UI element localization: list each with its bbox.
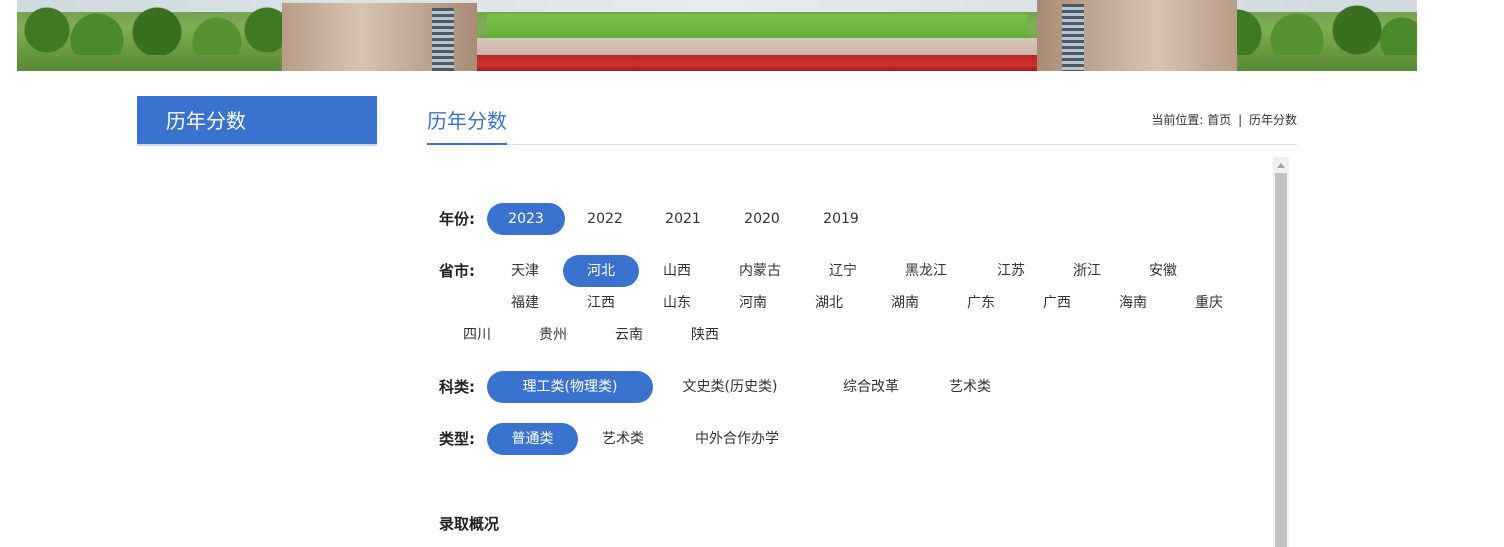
province-filter-label: 省市: [439,262,475,280]
province-option[interactable]: 湖南 [867,287,943,319]
province-option[interactable]: 福建 [487,287,563,319]
subject-option[interactable]: 艺术类 [933,371,1007,403]
province-option[interactable]: 广东 [943,287,1019,319]
title-divider [427,144,1297,145]
province-option[interactable]: 河南 [715,287,791,319]
province-option[interactable]: 重庆 [1171,287,1247,319]
subject-option[interactable]: 文史类(历史类) [653,371,807,403]
subject-filter-label: 科类: [439,378,475,396]
subject-option[interactable]: 综合改革 [824,371,918,403]
scroll-up-arrow-icon[interactable] [1273,157,1289,173]
sidebar-title[interactable]: 历年分数 [137,96,377,146]
breadcrumb-home-link[interactable]: 首页 [1207,113,1231,127]
province-option[interactable]: 贵州 [515,319,591,351]
type-option[interactable]: 中外合作办学 [676,423,798,455]
year-filter-label: 年份: [439,210,475,228]
province-option[interactable]: 辽宁 [805,255,881,287]
province-option[interactable]: 天津 [487,255,563,287]
breadcrumb-prefix: 当前位置: [1151,113,1204,127]
province-option[interactable]: 内蒙古 [715,255,805,287]
province-option[interactable]: 湖北 [791,287,867,319]
page-title: 历年分数 [427,109,507,133]
province-option[interactable]: 陕西 [667,319,743,351]
province-option[interactable]: 黑龙江 [881,255,971,287]
year-option[interactable]: 2021 [644,203,722,235]
province-option[interactable]: 河北 [563,255,639,287]
year-option[interactable]: 2020 [723,203,801,235]
province-option[interactable]: 江西 [563,287,639,319]
province-option[interactable]: 云南 [591,319,667,351]
breadcrumb: 当前位置: 首页 | 历年分数 [1151,111,1297,129]
province-option[interactable]: 江苏 [973,255,1049,287]
year-option[interactable]: 2023 [487,203,565,235]
year-option[interactable]: 2019 [802,203,880,235]
province-option[interactable]: 四川 [439,319,515,351]
breadcrumb-separator: | [1238,113,1243,127]
province-option[interactable]: 山东 [639,287,715,319]
province-option[interactable]: 安徽 [1125,255,1201,287]
type-option[interactable]: 艺术类 [584,423,662,455]
content-scrollbar[interactable] [1273,157,1289,547]
province-option[interactable]: 海南 [1095,287,1171,319]
title-underline [427,143,507,145]
campus-banner-image [17,0,1417,71]
admission-overview-heading: 录取概况 [439,515,500,533]
type-filter-label: 类型: [439,430,475,448]
province-option[interactable]: 浙江 [1049,255,1125,287]
province-option[interactable]: 广西 [1019,287,1095,319]
province-option[interactable]: 山西 [639,255,715,287]
breadcrumb-current: 历年分数 [1248,113,1297,127]
year-option[interactable]: 2022 [566,203,644,235]
type-option[interactable]: 普通类 [487,423,578,455]
subject-option[interactable]: 理工类(物理类) [487,371,653,403]
scrollbar-thumb[interactable] [1275,173,1287,547]
